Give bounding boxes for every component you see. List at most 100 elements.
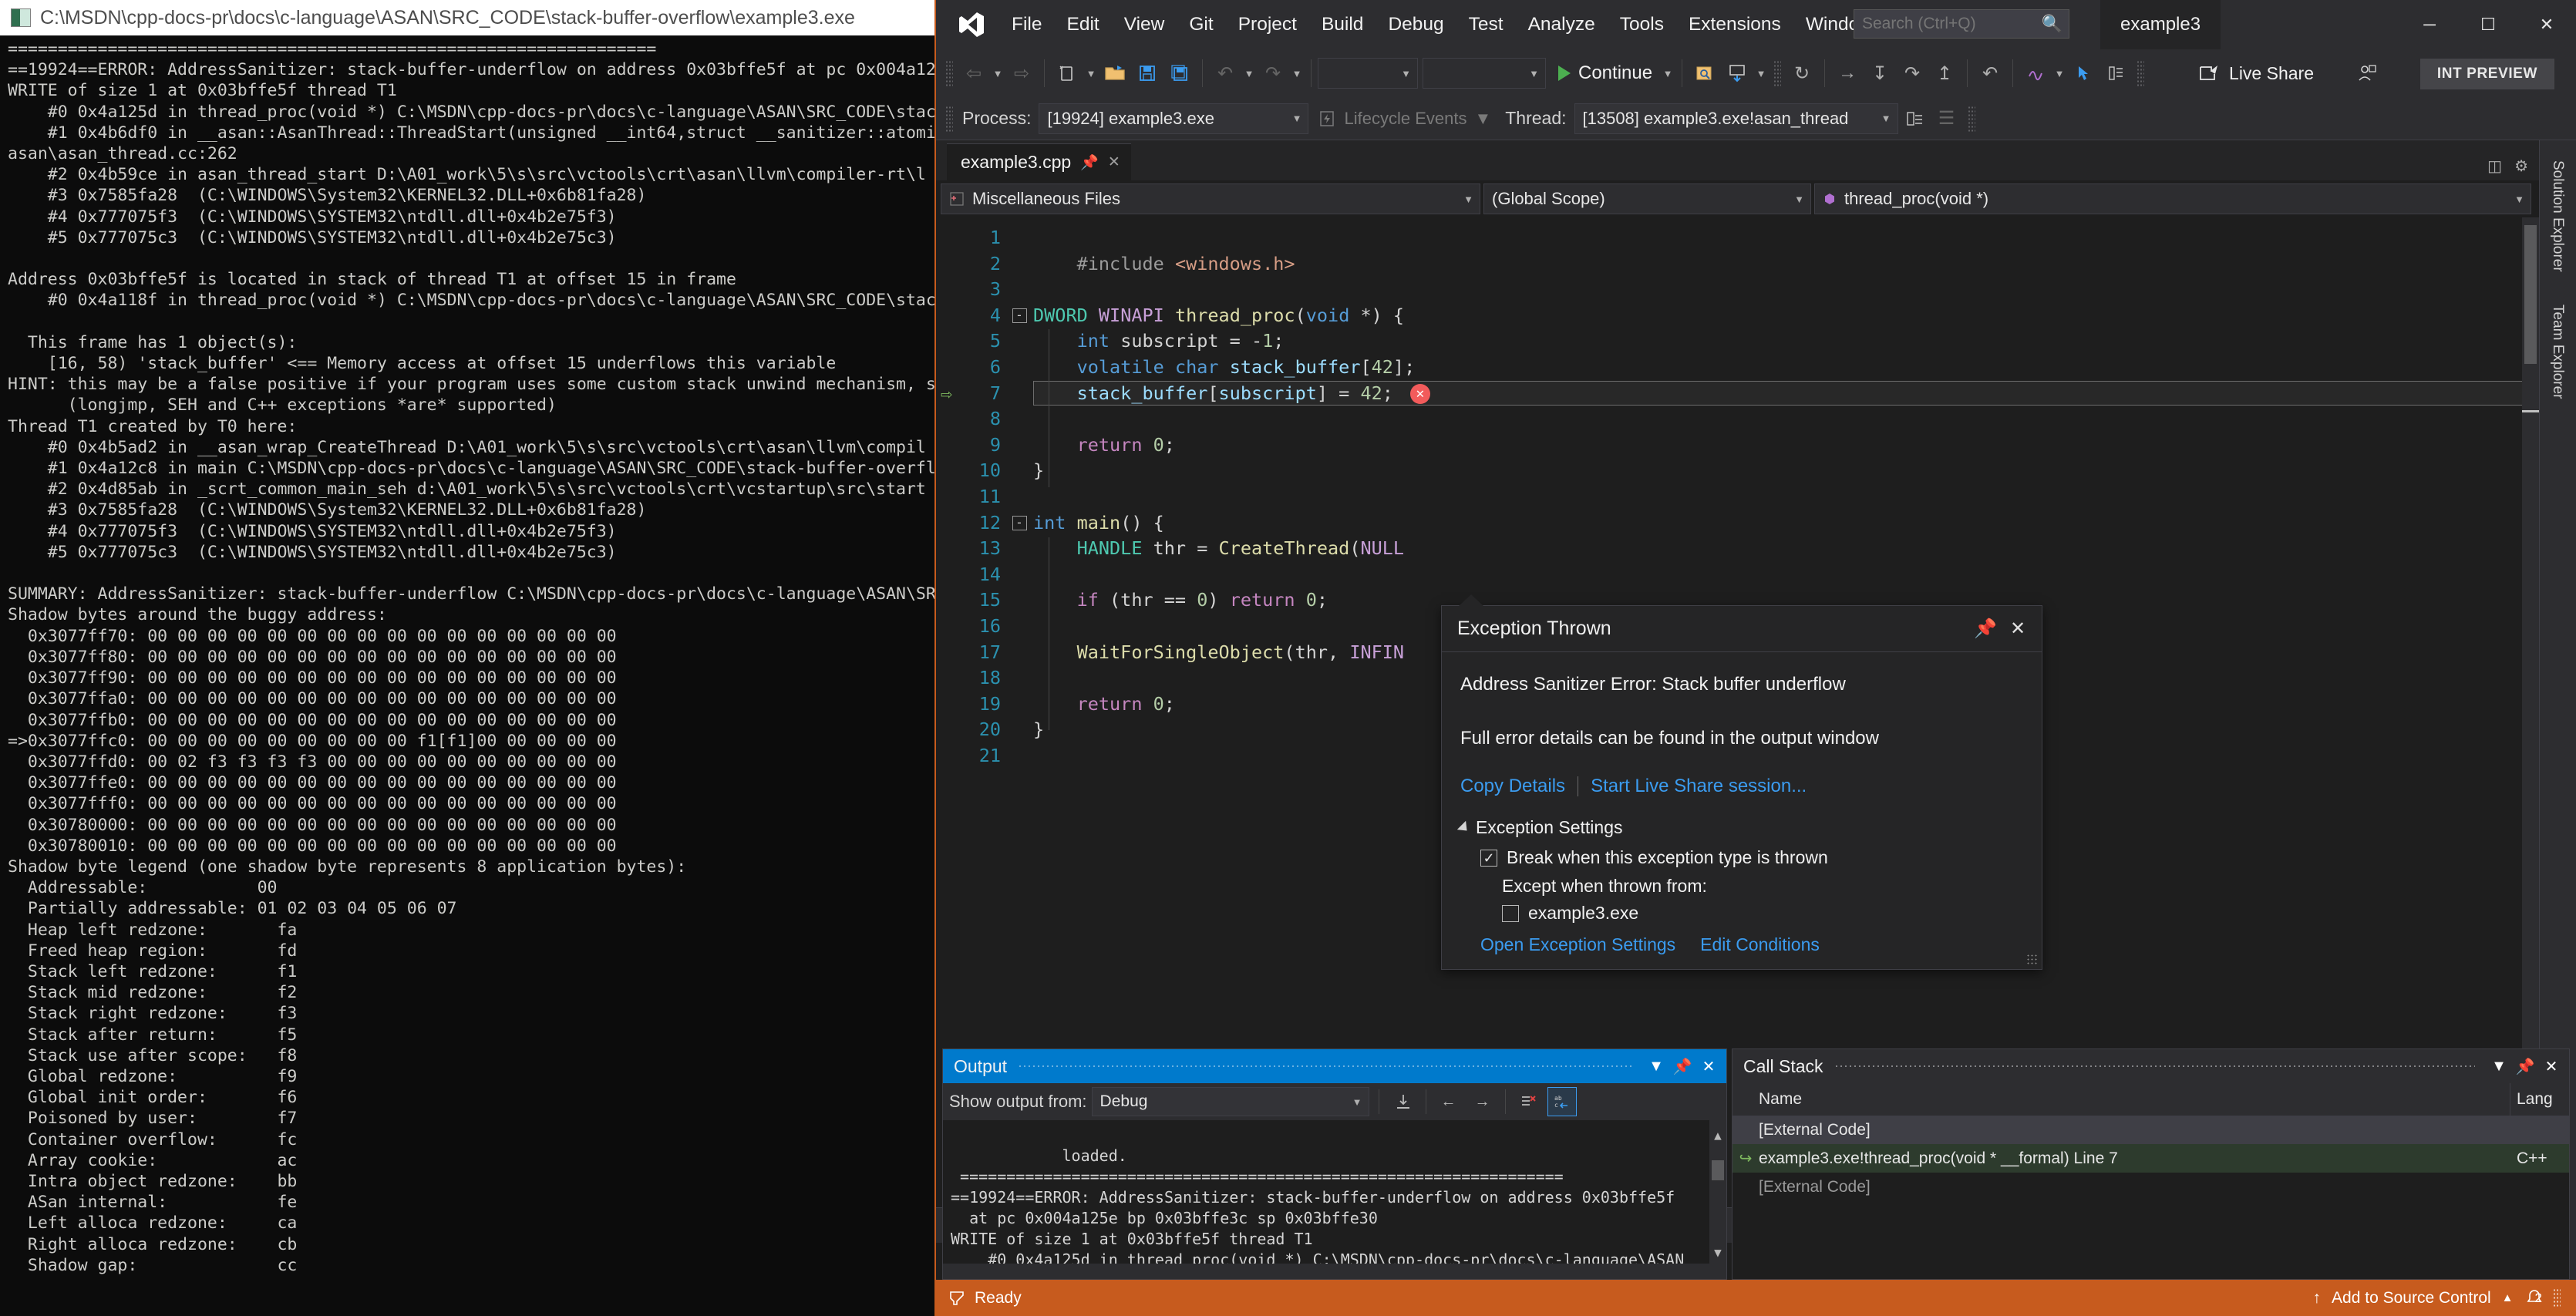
live-share-button[interactable]: Live Share: [2198, 63, 2314, 84]
break-when-thrown-row[interactable]: ✓ Break when this exception type is thro…: [1480, 847, 2023, 868]
notifications-icon[interactable]: 2: [2524, 1288, 2542, 1308]
call-stack-drag-dots[interactable]: [1834, 1064, 2475, 1069]
open-file-icon[interactable]: [1099, 56, 1131, 90]
menu-item-edit[interactable]: Edit: [1054, 9, 1111, 40]
edit-conditions-link[interactable]: Edit Conditions: [1700, 934, 1820, 955]
undo-nav-icon[interactable]: ↶: [1974, 56, 2006, 90]
new-project-icon[interactable]: [1051, 56, 1083, 90]
break-when-thrown-checkbox[interactable]: ✓: [1480, 849, 1497, 867]
start-live-share-link[interactable]: Start Live Share session...: [1591, 776, 1807, 797]
copy-details-link[interactable]: Copy Details: [1460, 776, 1565, 797]
debugbar-grip[interactable]: [945, 105, 953, 132]
lifecycle-events-button[interactable]: Lifecycle Events ▼: [1318, 109, 1491, 129]
live-visual-tree-icon[interactable]: [2100, 56, 2132, 90]
close-icon[interactable]: ✕: [1108, 153, 1120, 171]
editor-tab-example3-cpp[interactable]: example3.cpp 📌 ✕: [947, 143, 1131, 180]
pin-icon[interactable]: 📌: [1080, 153, 1099, 172]
save-all-icon[interactable]: [1163, 56, 1196, 90]
table-row[interactable]: ↪ example3.exe!thread_proc(void * __forma…: [1732, 1144, 2569, 1173]
resize-grip[interactable]: [2026, 954, 2039, 966]
frames-icon[interactable]: ☰: [1931, 102, 1963, 136]
clear-all-icon[interactable]: [1514, 1087, 1543, 1116]
panel-drag-dots[interactable]: [1018, 1064, 1632, 1069]
save-icon[interactable]: [1131, 56, 1163, 90]
go-to-previous-message-icon[interactable]: ←: [1434, 1087, 1463, 1116]
error-indicator-icon[interactable]: ✕: [1409, 384, 1430, 405]
stop-dropdown-icon[interactable]: ▼: [1753, 56, 1769, 90]
column-header-name[interactable]: Name: [1732, 1083, 2510, 1116]
solution-platform-combo[interactable]: ▼: [1423, 58, 1546, 89]
menu-item-test[interactable]: Test: [1456, 9, 1516, 40]
menu-item-tools[interactable]: Tools: [1608, 9, 1676, 40]
menu-item-analyze[interactable]: Analyze: [1516, 9, 1608, 40]
code-line[interactable]: 11: [936, 484, 2539, 510]
column-header-lang[interactable]: Lang: [2510, 1090, 2569, 1109]
close-button[interactable]: ✕: [2517, 0, 2576, 49]
continue-button[interactable]: Continue: [1551, 56, 1660, 90]
toolbar-grip-2[interactable]: [1773, 60, 1782, 86]
output-panel-close-icon[interactable]: ✕: [1695, 1053, 1722, 1079]
attach-to-process-icon[interactable]: [1689, 56, 1721, 90]
solution-config-combo[interactable]: ▼: [1318, 58, 1418, 89]
output-horizontal-scrollbar[interactable]: [943, 1264, 1726, 1279]
navigate-backward-dropdown-icon[interactable]: ▼: [990, 56, 1005, 90]
diagnostics-dropdown-icon[interactable]: ▼: [2052, 56, 2067, 90]
menu-item-project[interactable]: Project: [1226, 9, 1309, 40]
fold-column[interactable]: -: [1005, 515, 1033, 530]
stop-debugging-icon[interactable]: [1721, 56, 1753, 90]
call-stack-menu-icon[interactable]: ▼: [2486, 1053, 2512, 1079]
exe-exception-checkbox[interactable]: [1502, 904, 1519, 922]
dock-tab-solution-explorer[interactable]: Solution Explorer: [2549, 148, 2566, 284]
new-project-dropdown-icon[interactable]: ▼: [1083, 56, 1099, 90]
menu-item-file[interactable]: File: [999, 9, 1054, 40]
code-line[interactable]: 14: [936, 562, 2539, 588]
table-row[interactable]: [External Code]: [1732, 1116, 2569, 1144]
toolbar-grip-3[interactable]: [2137, 60, 2145, 86]
undo-icon[interactable]: ↶: [1209, 56, 1241, 90]
scrollbar-thumb[interactable]: [2524, 225, 2537, 364]
find-message-icon[interactable]: [1389, 1087, 1418, 1116]
code-line[interactable]: 4- DWORD WINAPI thread_proc(void *) {: [936, 303, 2539, 329]
call-stack-close-icon[interactable]: ✕: [2538, 1053, 2564, 1079]
thread-combo[interactable]: [13508] example3.exe!asan_thread ▼: [1574, 103, 1898, 134]
code-line[interactable]: 3: [936, 277, 2539, 303]
code-line[interactable]: 1: [936, 225, 2539, 251]
output-panel-title[interactable]: Output ▼ 📌 ✕: [943, 1049, 1726, 1083]
search-box[interactable]: 🔍: [1854, 9, 2069, 39]
table-row[interactable]: [External Code]: [1732, 1173, 2569, 1201]
menu-item-build[interactable]: Build: [1309, 9, 1376, 40]
menu-item-extensions[interactable]: Extensions: [1676, 9, 1793, 40]
fold-toggle-icon[interactable]: -: [1012, 515, 1027, 530]
scroll-down-arrow-icon[interactable]: ▼: [1712, 1242, 1724, 1260]
select-element-icon[interactable]: [2067, 56, 2100, 90]
continue-dropdown-icon[interactable]: ▼: [1660, 56, 1675, 90]
project-scope-combo[interactable]: Miscellaneous Files ▼: [941, 183, 1480, 214]
redo-icon[interactable]: ↷: [1257, 56, 1289, 90]
minimize-button[interactable]: ─: [2400, 0, 2459, 49]
restart-icon[interactable]: ↻: [1786, 56, 1818, 90]
output-panel-pin-icon[interactable]: 📌: [1669, 1053, 1695, 1079]
close-icon-popup[interactable]: ✕: [2002, 613, 2034, 645]
maximize-button[interactable]: ☐: [2459, 0, 2517, 49]
process-combo[interactable]: [19924] example3.exe ▼: [1039, 103, 1309, 134]
code-line[interactable]: 10}: [936, 458, 2539, 484]
code-line[interactable]: ⇨ 7 stack_buffer[subscript] = 42; ✕: [936, 381, 2539, 407]
show-next-statement-icon[interactable]: →: [1831, 56, 1864, 90]
step-into-icon[interactable]: ↧: [1864, 56, 1896, 90]
exe-exception-row[interactable]: example3.exe: [1502, 903, 2023, 924]
output-panel-menu-icon[interactable]: ▼: [1643, 1053, 1669, 1079]
redo-dropdown-icon[interactable]: ▼: [1289, 56, 1305, 90]
fold-column[interactable]: -: [1005, 308, 1033, 324]
search-input[interactable]: [1860, 14, 2042, 34]
output-source-combo[interactable]: Debug ▼: [1091, 1087, 1369, 1116]
split-editor-icon[interactable]: ◫: [2487, 157, 2502, 176]
output-scroll-thumb[interactable]: [1712, 1160, 1724, 1180]
menu-item-debug[interactable]: Debug: [1376, 9, 1456, 40]
code-line[interactable]: 8: [936, 406, 2539, 432]
dock-tab-team-explorer[interactable]: Team Explorer: [2549, 292, 2566, 412]
source-control-caret-icon[interactable]: ▲: [2502, 1291, 2514, 1304]
call-stack-pin-icon[interactable]: 📌: [2512, 1053, 2538, 1079]
account-icon[interactable]: [2351, 56, 2383, 90]
code-line[interactable]: 13 HANDLE thr = CreateThread(NULL: [936, 536, 2539, 562]
scroll-up-arrow-icon[interactable]: ▲: [1712, 1125, 1724, 1143]
